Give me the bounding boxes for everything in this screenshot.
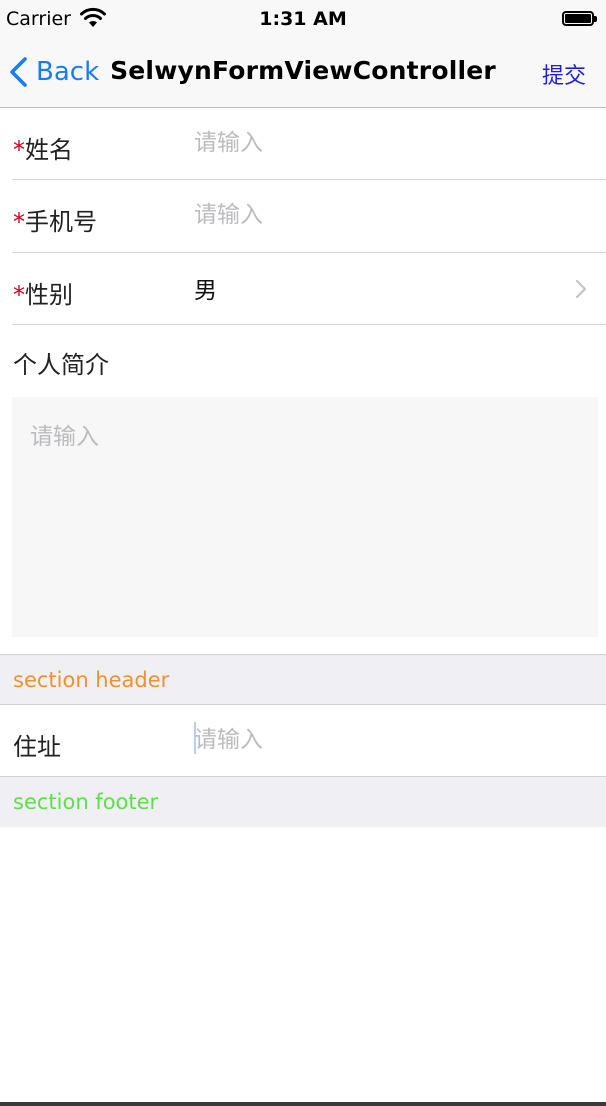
bio-label: 个人简介 [13, 351, 109, 379]
gender-label: *性别 [13, 281, 73, 309]
status-time: 1:31 AM [259, 8, 347, 30]
section-header: section header [0, 655, 606, 705]
required-mark: * [13, 281, 25, 309]
battery-icon [562, 11, 597, 26]
text-cursor [194, 722, 196, 754]
gender-value: 男 [194, 278, 217, 304]
bio-textarea[interactable] [12, 397, 598, 637]
page-title: SelwynFormViewController [110, 56, 496, 85]
navigation-bar: Back SelwynFormViewController 提交 [0, 38, 606, 108]
name-input[interactable] [194, 125, 574, 161]
separator [12, 324, 606, 325]
gender-row[interactable]: *性别 男 [0, 253, 606, 325]
section-footer-text: section footer [13, 790, 159, 814]
required-mark: * [13, 136, 25, 164]
address-row: 住址 [0, 705, 606, 777]
submit-button[interactable]: 提交 [542, 58, 586, 90]
address-label: 住址 [13, 733, 61, 761]
chevron-right-icon [575, 279, 587, 299]
bottom-edge [0, 1102, 606, 1106]
name-row: *姓名 [0, 108, 606, 180]
required-mark: * [13, 208, 25, 236]
phone-row: *手机号 [0, 180, 606, 252]
phone-label: *手机号 [13, 208, 97, 236]
address-input[interactable] [194, 722, 574, 758]
status-bar: Carrier 1:31 AM [0, 0, 606, 38]
section-footer: section footer [0, 777, 606, 827]
phone-input[interactable] [194, 197, 574, 233]
name-label: *姓名 [13, 136, 73, 164]
section-header-text: section header [13, 668, 170, 692]
